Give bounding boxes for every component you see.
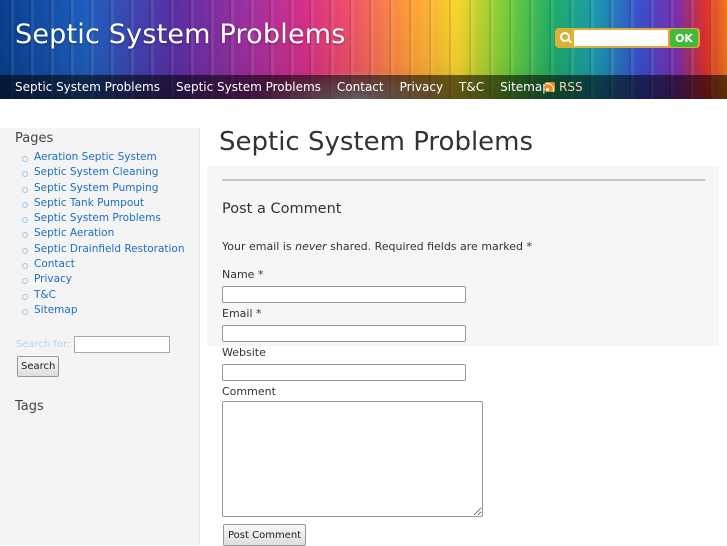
page-link-septic-aeration[interactable]: Septic Aeration	[22, 226, 185, 241]
nav-item-septic-system-problems-2[interactable]: Septic System Problems	[176, 80, 321, 94]
search-icon	[558, 31, 572, 45]
sidebar-search-input[interactable]	[74, 336, 171, 353]
page-link-septic-system-pumping[interactable]: Septic System Pumping	[22, 181, 185, 196]
tags-heading: Tags	[15, 399, 44, 414]
main-navigation: Septic System Problems Septic System Pro…	[0, 75, 727, 99]
content-panel	[207, 166, 719, 346]
search-button[interactable]: Search	[17, 356, 60, 377]
ok-button[interactable]: OK	[670, 29, 698, 47]
email-field[interactable]	[222, 325, 466, 342]
pages-list: Aeration Septic System Septic System Cle…	[22, 150, 185, 318]
rss-label: RSS	[559, 80, 583, 94]
required-fields-note: Your email is never shared. Required fie…	[222, 240, 532, 253]
sidebar-search-form: Search for:	[16, 336, 171, 353]
post-comment-button[interactable]: Post Comment	[223, 524, 307, 546]
website-label: Website	[222, 346, 266, 359]
nav-item-septic-system-problems[interactable]: Septic System Problems	[15, 80, 160, 94]
page-title: Septic System Problems	[219, 127, 534, 157]
pages-heading: Pages	[15, 131, 54, 146]
site-title[interactable]: Septic System Problems	[15, 19, 346, 50]
rss-icon	[545, 82, 555, 92]
header-search-input[interactable]	[574, 30, 668, 46]
comment-label: Comment	[222, 385, 276, 398]
name-label: Name *	[222, 268, 264, 281]
sidebar: Pages Aeration Septic System Septic Syst…	[0, 128, 200, 545]
divider	[222, 179, 705, 181]
comment-heading: Post a Comment	[222, 201, 342, 217]
nav-item-terms[interactable]: T&C	[459, 80, 484, 94]
page-link-sitemap[interactable]: Sitemap	[22, 303, 185, 318]
rss-link[interactable]: RSS	[545, 80, 583, 94]
page-link-septic-tank-pumpout[interactable]: Septic Tank Pumpout	[22, 196, 185, 211]
page-link-septic-system-problems[interactable]: Septic System Problems	[22, 211, 185, 226]
website-field[interactable]	[222, 364, 466, 381]
nav-item-contact[interactable]: Contact	[337, 80, 384, 94]
comment-field[interactable]	[222, 401, 483, 517]
page-link-privacy[interactable]: Privacy	[22, 272, 185, 287]
note-text-end: shared. Required fields are marked *	[326, 240, 533, 253]
page-link-septic-system-cleaning[interactable]: Septic System Cleaning	[22, 165, 185, 180]
sidebar-search-label: Search for:	[16, 339, 71, 350]
note-emphasis: never	[295, 240, 327, 253]
page-link-septic-drainfield-restoration[interactable]: Septic Drainfield Restoration	[22, 242, 185, 257]
nav-item-privacy[interactable]: Privacy	[400, 80, 443, 94]
page-link-terms[interactable]: T&C	[22, 288, 185, 303]
page-link-aeration-septic-system[interactable]: Aeration Septic System	[22, 150, 185, 165]
note-text-start: Your email is	[222, 240, 296, 253]
header-search-box: OK	[555, 28, 700, 48]
nav-item-sitemap[interactable]: Sitemap	[500, 80, 550, 94]
page-link-contact[interactable]: Contact	[22, 257, 185, 272]
email-label: Email *	[222, 307, 262, 320]
name-field[interactable]	[222, 286, 466, 303]
